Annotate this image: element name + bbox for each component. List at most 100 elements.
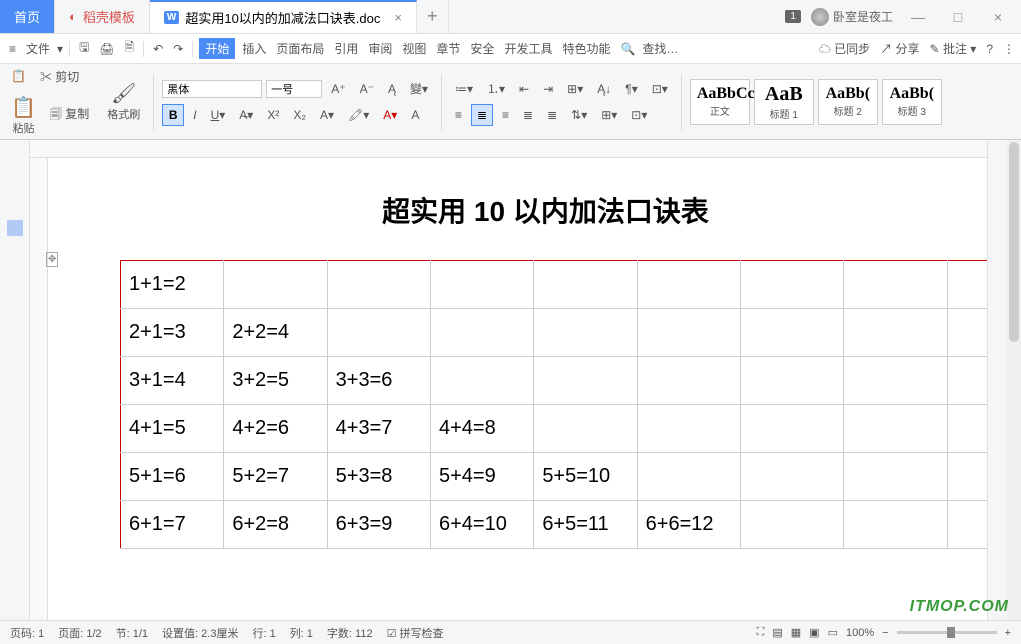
search-label[interactable]: 查找… (642, 40, 678, 57)
shading-button[interactable]: ⊞▾ (596, 105, 622, 125)
document-page[interactable]: 超实用 10 以内加法口诀表 1+1=22+1=32+2=43+1=43+2=5… (80, 170, 1011, 549)
status-row[interactable]: 行: 1 (252, 625, 275, 641)
close-window-icon[interactable]: × (983, 9, 1013, 25)
table-cell[interactable] (534, 309, 637, 357)
table-cell[interactable]: 6+3=9 (327, 501, 430, 549)
move-handle-icon[interactable]: ✥ (46, 252, 58, 267)
menu-page[interactable]: 页面布局 (273, 38, 327, 59)
view-outline-icon[interactable]: ▣ (809, 626, 819, 639)
scrollbar-vertical[interactable] (1007, 140, 1021, 620)
table-cell[interactable] (637, 405, 740, 453)
table-cell[interactable] (740, 453, 843, 501)
notification-badge[interactable]: 1 (785, 10, 801, 23)
tab-document[interactable]: W超实用10以内的加减法口诀表.doc× (150, 0, 417, 33)
table-cell[interactable] (844, 309, 947, 357)
style-normal[interactable]: AaBbCcDd正文 (690, 79, 750, 125)
text-effect-button[interactable]: A▾ (315, 105, 339, 125)
border-button[interactable]: ⊡▾ (647, 79, 673, 99)
table-cell[interactable] (740, 501, 843, 549)
menu-ref[interactable]: 引用 (331, 38, 361, 59)
status-chars[interactable]: 字数: 112 (327, 625, 373, 641)
table-cell[interactable] (430, 309, 533, 357)
undo-icon[interactable]: ↶ (150, 40, 166, 58)
table-cell[interactable]: 2+2=4 (224, 309, 327, 357)
table-cell[interactable]: 6+5=11 (534, 501, 637, 549)
bullets-button[interactable]: ≔▾ (450, 79, 478, 99)
clear-format-icon[interactable]: Ą (383, 79, 401, 99)
table-cell[interactable] (844, 357, 947, 405)
font-color-button[interactable]: A▾ (378, 105, 402, 125)
redo-icon[interactable]: ↷ (170, 40, 186, 58)
table-cell[interactable] (224, 261, 327, 309)
annotate-button[interactable]: ✎ 批注 ▾ (930, 40, 977, 57)
fullscreen-icon[interactable]: ⛶ (757, 626, 765, 639)
scroll-thumb[interactable] (1009, 142, 1019, 342)
shrink-font-icon[interactable]: A⁻ (355, 79, 379, 99)
strike-button[interactable]: A̶▾ (234, 105, 258, 125)
table-cell[interactable] (844, 261, 947, 309)
distribute-button[interactable]: ≣ (542, 105, 562, 125)
table-cell[interactable]: 5+5=10 (534, 453, 637, 501)
maximize-icon[interactable]: □ (943, 9, 973, 25)
status-section[interactable]: 节: 1/1 (116, 625, 148, 641)
status-page[interactable]: 页面: 1/2 (58, 625, 101, 641)
minimize-icon[interactable]: — (903, 9, 933, 25)
copy-button[interactable]: 📋 (6, 66, 31, 86)
table-cell[interactable]: 6+4=10 (430, 501, 533, 549)
italic-button[interactable]: I (188, 105, 201, 125)
table-cell[interactable] (327, 309, 430, 357)
user-info[interactable]: 卧室是夜工 (811, 8, 893, 26)
menu-view[interactable]: 视图 (399, 38, 429, 59)
outline-icon[interactable] (7, 220, 23, 236)
size-select[interactable] (266, 80, 322, 98)
style-h3[interactable]: AaBb(标题 3 (882, 79, 942, 125)
change-case-icon[interactable]: 變▾ (405, 77, 433, 100)
table-cell[interactable]: 5+4=9 (430, 453, 533, 501)
sort-button[interactable]: Ą↓ (592, 79, 616, 99)
style-h2[interactable]: AaBb(标题 2 (818, 79, 878, 125)
table-cell[interactable] (740, 309, 843, 357)
align-left-button[interactable]: ≡ (450, 105, 467, 125)
cut-button[interactable]: ✂ 剪切 (35, 65, 84, 88)
status-spell[interactable]: ☑ 拼写检查 (387, 625, 444, 641)
status-setting[interactable]: 设置值: 2.3厘米 (162, 625, 238, 641)
view-read-icon[interactable]: ▭ (828, 626, 838, 639)
table-cell[interactable] (534, 261, 637, 309)
borders-button[interactable]: ⊡▾ (626, 105, 652, 125)
indent-right-button[interactable]: ⇥ (538, 79, 558, 99)
table-cell[interactable] (534, 405, 637, 453)
table-cell[interactable] (740, 357, 843, 405)
grow-font-icon[interactable]: A⁺ (326, 79, 350, 99)
underline-button[interactable]: U▾ (206, 105, 231, 125)
zoom-value[interactable]: 100% (846, 627, 874, 639)
table-cell[interactable] (327, 261, 430, 309)
align-center-button[interactable]: ≣ (471, 104, 493, 126)
table-cell[interactable] (637, 261, 740, 309)
menu-insert[interactable]: 插入 (239, 38, 269, 59)
menu-more-icon[interactable]: ≡ (6, 40, 19, 58)
menu-start[interactable]: 开始 (199, 38, 235, 59)
table-cell[interactable]: 6+1=7 (121, 501, 224, 549)
menu-special[interactable]: 特色功能 (559, 38, 613, 59)
tab-home[interactable]: 首页 (0, 0, 55, 33)
menu-dev[interactable]: 开发工具 (501, 38, 555, 59)
preview-icon[interactable]: 🗎 (122, 36, 138, 61)
table-cell[interactable] (637, 357, 740, 405)
tab-template[interactable]: ◐稻壳模板 (55, 0, 150, 33)
table-cell[interactable]: 5+3=8 (327, 453, 430, 501)
table-cell[interactable]: 5+2=7 (224, 453, 327, 501)
table-cell[interactable] (844, 405, 947, 453)
table-cell[interactable] (637, 309, 740, 357)
zoom-out-icon[interactable]: − (882, 627, 888, 639)
ruler-vertical[interactable] (30, 158, 48, 620)
line-spacing-button[interactable]: ⇅▾ (566, 105, 592, 125)
table-cell[interactable]: 6+2=8 (224, 501, 327, 549)
numbering-button[interactable]: ⒈▾ (482, 77, 510, 100)
table-cell[interactable] (740, 405, 843, 453)
table-cell[interactable] (637, 453, 740, 501)
show-marks-button[interactable]: ¶▾ (620, 79, 642, 99)
view-web-icon[interactable]: ▦ (791, 626, 801, 639)
table-cell[interactable]: 4+2=6 (224, 405, 327, 453)
table-cell[interactable]: 4+1=5 (121, 405, 224, 453)
share-button[interactable]: ↗ 分享 (880, 40, 919, 57)
